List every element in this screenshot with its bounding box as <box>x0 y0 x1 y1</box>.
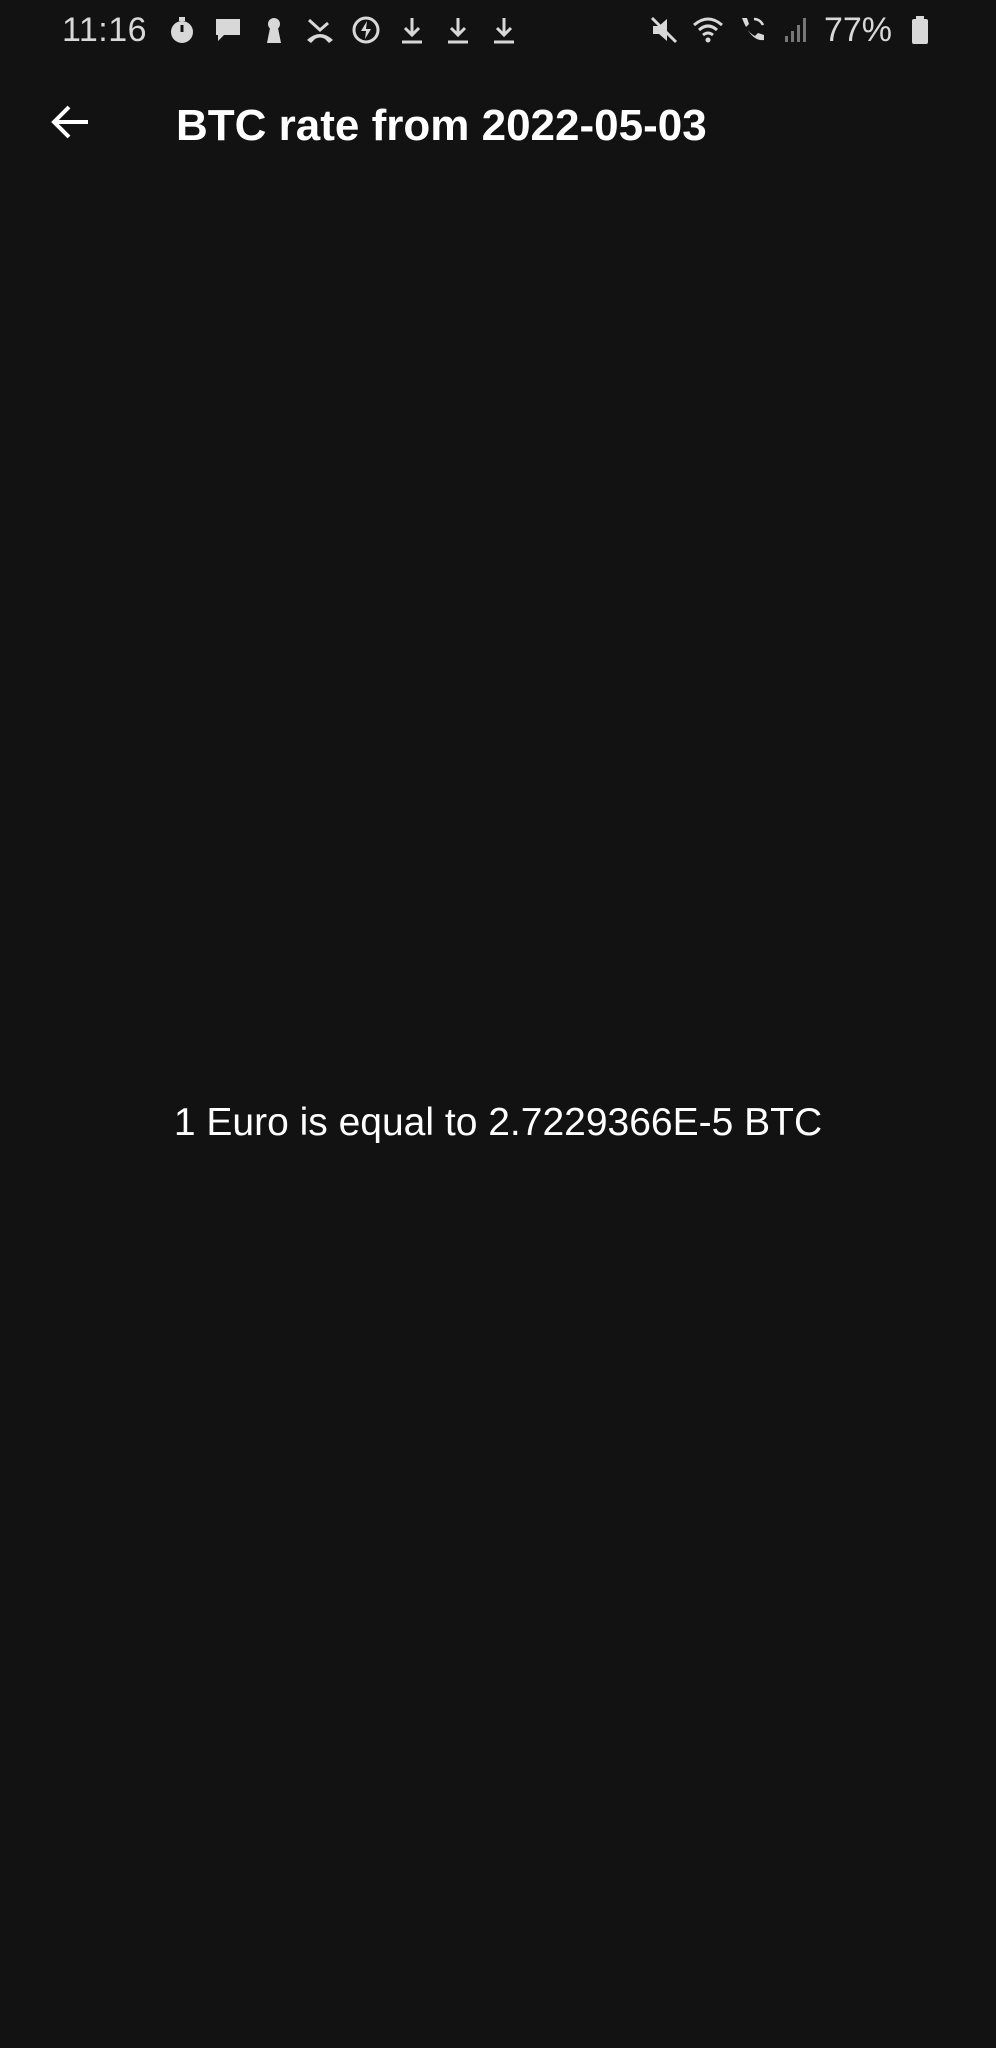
main-content: 1 Euro is equal to 2.7229366E-5 BTC <box>0 192 996 2048</box>
keyhole-icon <box>258 14 290 46</box>
download-icon <box>488 14 520 46</box>
battery-percent: 77% <box>823 11 892 49</box>
wifi-call-icon <box>736 14 768 46</box>
arrow-back-icon <box>51 105 88 139</box>
status-time: 11:16 <box>62 11 148 49</box>
message-icon <box>212 14 244 46</box>
missed-call-icon <box>304 14 336 46</box>
page-title: BTC rate from 2022-05-03 <box>176 101 707 150</box>
back-button[interactable] <box>38 90 102 154</box>
mute-icon <box>648 14 680 46</box>
notification-icons <box>166 12 520 48</box>
power-saving-icon <box>350 14 382 46</box>
status-bar: 11:16 77% <box>0 0 996 62</box>
exchange-rate-text: 1 Euro is equal to 2.7229366E-5 BTC <box>173 1101 823 1144</box>
stopwatch-icon <box>166 14 198 46</box>
signal-icon <box>780 14 812 46</box>
app-bar: BTC rate from 2022-05-03 <box>0 62 996 192</box>
wifi-icon <box>692 14 724 46</box>
download-icon <box>396 14 428 46</box>
battery-icon <box>904 14 936 46</box>
system-icons: 77% <box>648 10 936 50</box>
download-icon <box>442 14 474 46</box>
screen: 11:16 77% BTC rate from 2022-05-03 1 Eur… <box>0 0 996 2048</box>
